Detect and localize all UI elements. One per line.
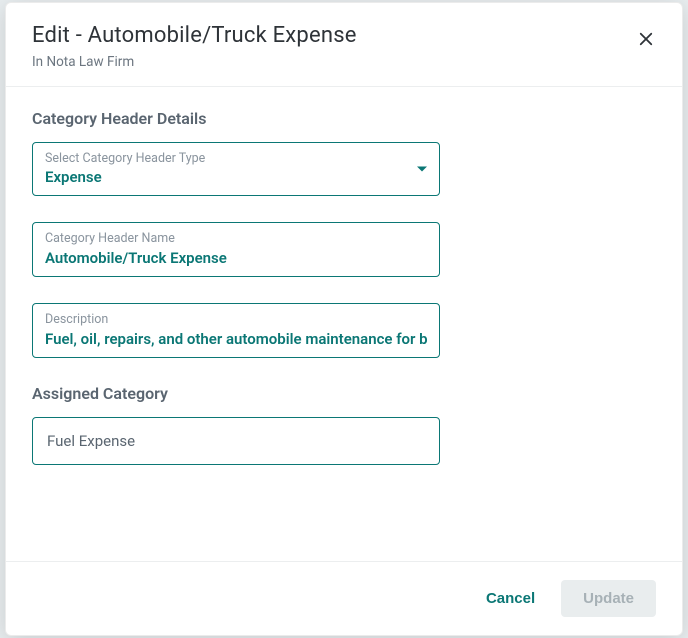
modal-header: Edit - Automobile/Truck Expense In Nota … (6, 3, 682, 87)
update-button[interactable]: Update (561, 580, 656, 617)
category-header-name-field[interactable]: Category Header Name (32, 222, 440, 277)
section-title-assigned: Assigned Category (32, 384, 656, 403)
modal-footer: Cancel Update (6, 561, 682, 635)
category-header-type-value: Expense (45, 168, 427, 186)
assigned-category-section: Assigned Category (32, 384, 656, 465)
category-header-type-label: Select Category Header Type (45, 151, 427, 166)
description-label: Description (45, 312, 427, 327)
modal-subtitle: In Nota Law Firm (32, 54, 656, 70)
category-header-type-field[interactable]: Select Category Header Type Expense (32, 142, 440, 196)
close-button[interactable] (632, 25, 660, 53)
assigned-category-input[interactable] (32, 417, 440, 465)
close-icon (637, 30, 655, 48)
description-input[interactable] (45, 330, 427, 348)
edit-category-modal: Edit - Automobile/Truck Expense In Nota … (5, 2, 683, 636)
modal-body: Category Header Details Select Category … (6, 87, 682, 561)
cancel-button[interactable]: Cancel (478, 580, 543, 617)
category-header-name-input[interactable] (45, 249, 427, 267)
chevron-down-icon (417, 167, 427, 172)
category-header-name-label: Category Header Name (45, 231, 427, 246)
section-title-header-details: Category Header Details (32, 109, 656, 128)
modal-title: Edit - Automobile/Truck Expense (32, 23, 656, 48)
description-field[interactable]: Description (32, 303, 440, 358)
